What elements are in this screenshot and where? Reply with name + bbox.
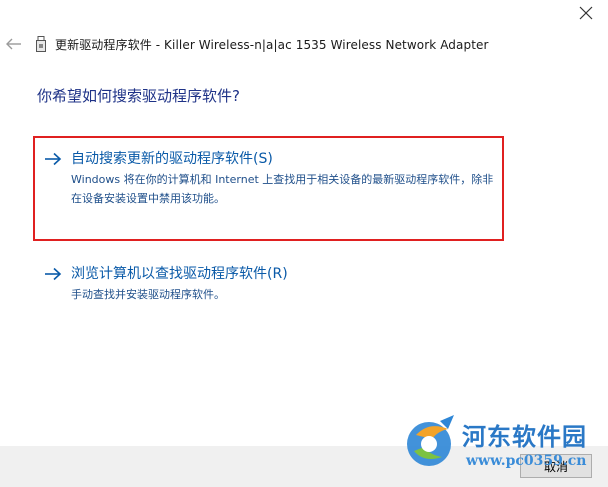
option-title[interactable]: 浏览计算机以查找驱动程序软件(R) bbox=[71, 263, 288, 283]
option-description: Windows 将在你的计算机和 Internet 上查找用于相关设备的最新驱动… bbox=[71, 173, 494, 205]
watermark: 河东软件园 www.pc0359.cn bbox=[402, 413, 608, 483]
close-icon[interactable] bbox=[578, 5, 594, 21]
back-arrow-icon[interactable] bbox=[6, 38, 22, 50]
watermark-url: www.pc0359.cn bbox=[466, 453, 587, 469]
watermark-logo-icon bbox=[407, 415, 454, 466]
usb-device-icon bbox=[36, 36, 46, 52]
arrow-right-icon bbox=[45, 152, 62, 166]
option-title[interactable]: 自动搜索更新的驱动程序软件(S) bbox=[71, 148, 273, 168]
option-description: 手动查找并安装驱动程序软件。 bbox=[71, 288, 225, 301]
title-bar: 更新驱动程序软件 - Killer Wireless-n|a|ac 1535 W… bbox=[0, 30, 608, 58]
watermark-name: 河东软件园 bbox=[462, 422, 587, 451]
arrow-right-icon bbox=[45, 267, 62, 281]
page-title: 你希望如何搜索驱动程序软件? bbox=[37, 87, 240, 105]
window-title: 更新驱动程序软件 - Killer Wireless-n|a|ac 1535 W… bbox=[55, 38, 489, 52]
